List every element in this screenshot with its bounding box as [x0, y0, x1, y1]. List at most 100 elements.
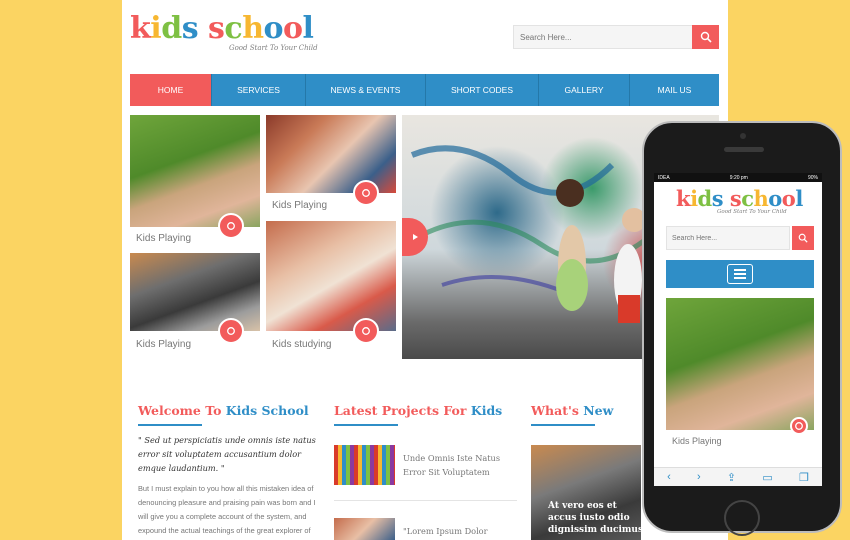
project-thumb-1[interactable]: [334, 445, 395, 485]
nav-item-gallery[interactable]: GALLERY: [539, 74, 630, 106]
nav-item-services[interactable]: SERVICES: [212, 74, 306, 106]
search-button[interactable]: [692, 25, 719, 49]
refresh-icon: [227, 222, 235, 230]
phone-logo[interactable]: kids school Good Start To Your Child: [676, 188, 803, 215]
welcome-quote: " Sed ut perspiciatis unde omnis iste na…: [138, 435, 316, 473]
projects-title: Latest Projects For Kids: [334, 403, 502, 418]
gallery-image-2[interactable]: [266, 115, 396, 193]
refresh-icon: [362, 189, 370, 197]
logo-letter: l: [302, 11, 314, 46]
hamburger-icon: [734, 273, 746, 275]
logo-letter: k: [676, 186, 691, 211]
welcome-underline: [138, 424, 202, 426]
desktop-page: kids school Good Start To Your Child HOM…: [122, 0, 728, 540]
search-box: [513, 25, 719, 49]
nav-item-news-events[interactable]: NEWS & EVENTS: [306, 74, 426, 106]
logo-tagline: Good Start To Your Child: [229, 44, 318, 52]
logo-letter: k: [130, 11, 151, 46]
phone-nav-bar: [666, 260, 814, 288]
gallery-caption-2: Kids Playing: [272, 200, 328, 211]
phone-gallery-caption: Kids Playing: [672, 436, 722, 446]
gallery-image-4[interactable]: [266, 221, 396, 331]
browser-share-icon[interactable]: ⇪: [727, 471, 736, 484]
phone-speaker: [724, 147, 764, 152]
play-arrow-icon: [413, 234, 418, 240]
nav-item-short-codes[interactable]: SHORT CODES: [426, 74, 539, 106]
logo-letter: s: [711, 186, 724, 211]
refresh-icon: [795, 422, 803, 430]
phone-screen: IDEA 9:20 pm 90% kids school Good Start …: [654, 173, 822, 486]
phone-camera: [740, 133, 746, 139]
logo-letter: o: [781, 186, 796, 211]
logo-letter: s: [208, 11, 225, 46]
logo-letter: i: [150, 11, 162, 46]
phone-logo-wordmark: kids school: [676, 188, 803, 209]
site-logo[interactable]: kids school Good Start To Your Child: [130, 11, 318, 53]
logo-letter: [198, 14, 208, 44]
logo-letter: c: [741, 186, 754, 211]
welcome-title-blue: Kids School: [225, 403, 309, 418]
gallery-refresh-button-1[interactable]: [218, 213, 244, 239]
phone-refresh-button[interactable]: [790, 417, 808, 435]
whats-new-text: At vero eos et accus iusto odio dignissi…: [548, 501, 644, 535]
phone-gallery-image[interactable]: [666, 298, 814, 430]
browser-back-icon[interactable]: ‹: [667, 471, 671, 483]
browser-tabs-icon[interactable]: ❐: [799, 471, 809, 484]
logo-letter: o: [283, 11, 303, 46]
gallery-refresh-button-2[interactable]: [353, 180, 379, 206]
whats-new-title-red: What's: [531, 403, 579, 418]
whats-new-title-blue: New: [583, 403, 614, 418]
phone-carrier: IDEA: [658, 174, 670, 181]
hamburger-menu-button[interactable]: [727, 264, 753, 284]
project-title-2[interactable]: "Lorem Ipsum Dolor: [403, 524, 513, 538]
phone-battery: 90%: [807, 174, 818, 181]
gallery-image-1[interactable]: [130, 115, 260, 227]
gallery-image-3[interactable]: [130, 253, 260, 331]
phone-search-button[interactable]: [792, 226, 814, 250]
welcome-title: Welcome To Kids School: [138, 403, 309, 418]
refresh-icon: [362, 327, 370, 335]
logo-letter: l: [795, 186, 803, 211]
logo-letter: [723, 188, 730, 209]
logo-letter: o: [768, 186, 782, 211]
phone-home-button[interactable]: [724, 500, 760, 536]
projects-divider: [334, 500, 517, 501]
logo-letter: s: [181, 11, 199, 46]
phone-search-box: [666, 226, 814, 250]
logo-letter: h: [753, 186, 769, 211]
logo-letter: s: [729, 186, 742, 211]
welcome-title-red: Welcome To: [138, 403, 222, 418]
phone-logo-tagline: Good Start To Your Child: [717, 209, 787, 215]
search-input[interactable]: [513, 25, 693, 49]
project-thumb-2[interactable]: [334, 518, 395, 540]
gallery-refresh-button-4[interactable]: [353, 318, 379, 344]
search-icon: [798, 233, 808, 243]
logo-letter: i: [690, 186, 698, 211]
refresh-icon: [227, 327, 235, 335]
gallery-caption-1: Kids Playing: [136, 233, 192, 244]
phone-mockup: IDEA 9:20 pm 90% kids school Good Start …: [642, 121, 842, 536]
gallery-caption-3: Kids Playing: [136, 339, 192, 350]
gallery-caption-4: Kids studying: [272, 339, 332, 350]
whats-new-underline: [531, 424, 595, 426]
phone-browser-toolbar: ‹ › ⇪ ▭ ❐: [654, 467, 822, 486]
project-title-1[interactable]: Unde Omnis Iste Natus Error Sit Voluptat…: [403, 451, 513, 479]
phone-status-bar: IDEA 9:20 pm 90%: [654, 173, 822, 182]
logo-letter: c: [224, 11, 243, 46]
phone-time: 9:20 pm: [729, 174, 748, 181]
logo-wordmark: kids school: [130, 11, 314, 46]
main-nav: HOME SERVICES NEWS & EVENTS SHORT CODES …: [130, 74, 719, 106]
projects-title-red: Latest Projects For: [334, 403, 467, 418]
logo-letter: d: [697, 186, 713, 211]
phone-search-input[interactable]: [666, 226, 790, 250]
nav-item-home[interactable]: HOME: [130, 74, 212, 106]
nav-item-mail-us[interactable]: MAIL US: [630, 74, 719, 106]
search-icon: [700, 31, 712, 43]
browser-forward-icon[interactable]: ›: [697, 471, 701, 483]
browser-bookmarks-icon[interactable]: ▭: [762, 471, 772, 484]
logo-letter: h: [242, 11, 264, 46]
whats-new-title: What's New: [531, 403, 613, 418]
logo-letter: d: [161, 11, 182, 46]
projects-underline: [334, 424, 398, 426]
gallery-refresh-button-3[interactable]: [218, 318, 244, 344]
